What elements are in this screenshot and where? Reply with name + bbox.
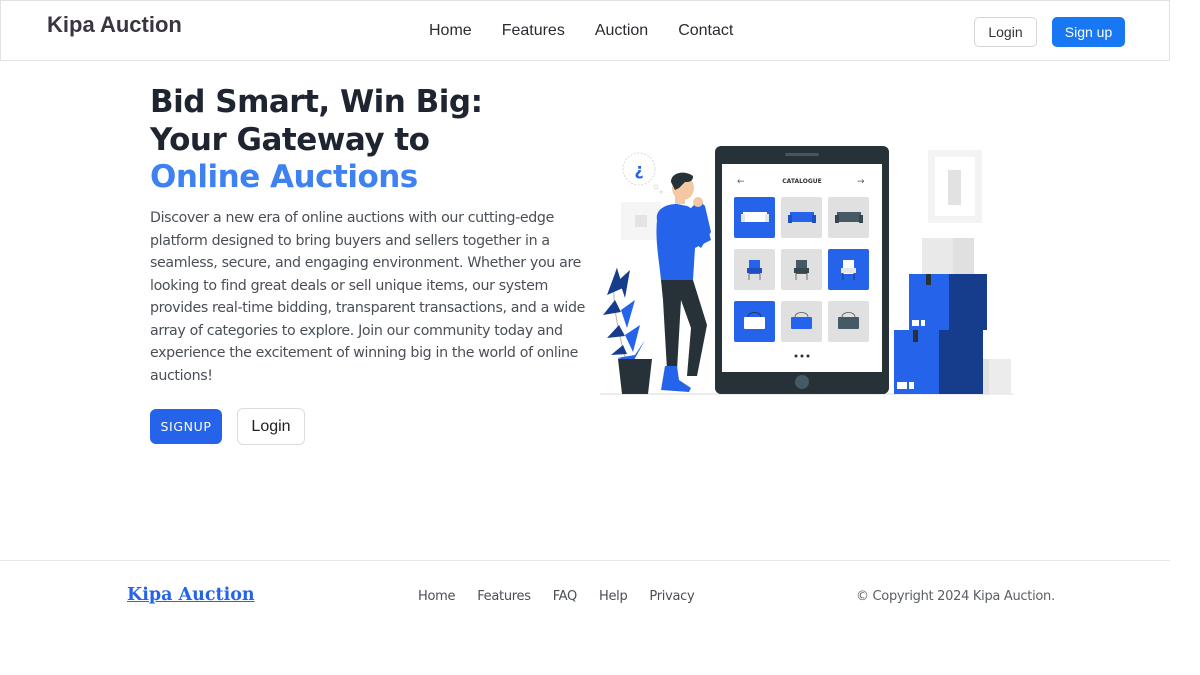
wall-frame-left-icon bbox=[621, 202, 661, 240]
nav-link-auction[interactable]: Auction bbox=[595, 21, 648, 41]
hero-title-accent: Online Auctions bbox=[150, 159, 418, 195]
person-icon bbox=[656, 172, 711, 392]
nav-link-home[interactable]: Home bbox=[429, 21, 472, 41]
footer-link-features[interactable]: Features bbox=[477, 589, 531, 604]
question-glyph: ¿ bbox=[634, 160, 643, 179]
catalogue-item-sofa-1 bbox=[734, 197, 775, 238]
catalogue-item-chair-2 bbox=[781, 249, 822, 290]
footer-link-help[interactable]: Help bbox=[599, 589, 628, 604]
catalogue-label: CATALOGUE bbox=[782, 178, 821, 185]
catalogue-item-bag-1 bbox=[734, 301, 775, 342]
prev-arrow-icon: ← bbox=[737, 177, 745, 187]
next-arrow-icon: → bbox=[857, 177, 865, 187]
footer-brand-link[interactable]: Kipa Auction bbox=[127, 585, 255, 605]
hero-description: Discover a new era of online auctions wi… bbox=[150, 210, 585, 384]
catalogue-item-chair-1 bbox=[734, 249, 775, 290]
hero-illustration: ¿ ← CATALOGUE → bbox=[595, 140, 1020, 400]
catalogue-item-sofa-2 bbox=[781, 197, 822, 238]
tablet-icon: ← CATALOGUE → bbox=[715, 146, 889, 394]
footer-links: Home Features FAQ Help Privacy bbox=[418, 589, 716, 604]
catalogue-illustration: ¿ ← CATALOGUE → bbox=[600, 146, 1013, 395]
more-dots-icon bbox=[794, 354, 810, 358]
footer-link-faq[interactable]: FAQ bbox=[553, 589, 578, 604]
boxes-icon bbox=[894, 238, 1011, 394]
catalogue-item-bag-2 bbox=[781, 301, 822, 342]
catalogue-item-sofa-3 bbox=[828, 197, 869, 238]
thought-bubble-icon: ¿ bbox=[622, 152, 663, 194]
hero-title: Bid Smart, Win Big: Your Gateway to Onli… bbox=[150, 84, 590, 197]
hero-login-button[interactable]: Login bbox=[237, 408, 305, 445]
nav-link-features[interactable]: Features bbox=[502, 21, 565, 41]
hero-title-line2: Your Gateway to bbox=[150, 121, 430, 158]
nav-link-contact[interactable]: Contact bbox=[678, 21, 733, 41]
copyright-text: © Copyright 2024 Kipa Auction. bbox=[856, 589, 1055, 604]
catalogue-item-bag-3 bbox=[828, 301, 869, 342]
footer-link-privacy[interactable]: Privacy bbox=[649, 589, 694, 604]
hero-title-line1: Bid Smart, Win Big: bbox=[150, 84, 483, 120]
catalogue-item-chair-3 bbox=[828, 249, 869, 290]
nav-links: Home Features Auction Contact bbox=[429, 21, 763, 41]
header-signup-button[interactable]: Sign up bbox=[1052, 17, 1125, 47]
brand-logo[interactable]: Kipa Auction bbox=[47, 12, 182, 38]
plant-pot bbox=[618, 359, 652, 394]
plant-icon bbox=[603, 267, 652, 394]
wall-frame-right-icon bbox=[928, 150, 982, 223]
hero-actions: SIGNUP Login bbox=[150, 408, 305, 445]
navbar: Kipa Auction Home Features Auction Conta… bbox=[0, 0, 1170, 61]
header-login-button[interactable]: Login bbox=[974, 17, 1037, 47]
footer-divider bbox=[0, 560, 1170, 561]
footer-link-home[interactable]: Home bbox=[418, 589, 456, 604]
hero-signup-button[interactable]: SIGNUP bbox=[150, 409, 222, 444]
